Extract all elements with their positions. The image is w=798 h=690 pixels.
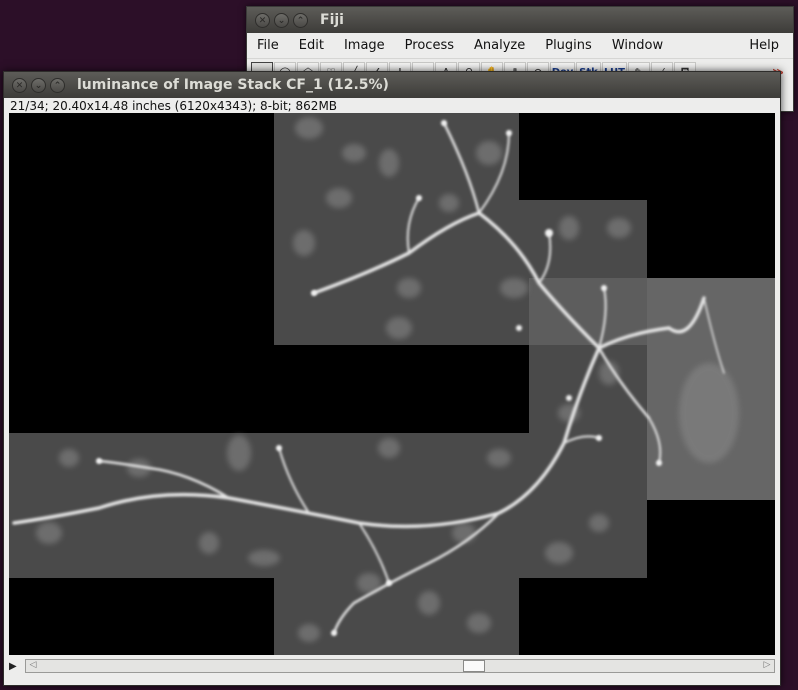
menu-process[interactable]: Process [395,38,464,53]
horizontal-scrollbar[interactable]: ◁ ▷ [25,659,775,673]
image-canvas[interactable] [9,113,775,655]
menu-plugins[interactable]: Plugins [535,38,602,53]
close-icon[interactable]: ✕ [12,77,27,93]
scroll-left-icon[interactable]: ◁ [27,659,39,671]
menu-file[interactable]: File [247,38,289,53]
close-icon[interactable]: ✕ [255,12,270,28]
neuron-image [12,117,739,642]
maximize-icon[interactable]: ⌃ [293,12,308,28]
menu-analyze[interactable]: Analyze [464,38,535,53]
menu-help[interactable]: Help [749,38,779,53]
maximize-icon[interactable]: ⌃ [50,77,65,93]
menu-window[interactable]: Window [602,38,673,53]
image-title: luminance of Image Stack CF_1 (12.5%) [77,77,389,93]
scrollbar-thumb[interactable] [463,660,485,672]
menubar: File Edit Image Process Analyze Plugins … [247,33,793,58]
scroll-right-icon[interactable]: ▷ [761,659,773,671]
minimize-icon[interactable]: ⌄ [274,12,289,28]
menu-edit[interactable]: Edit [289,38,334,53]
fiji-titlebar[interactable]: ✕ ⌄ ⌃ Fiji [247,7,793,33]
menu-image[interactable]: Image [334,38,395,53]
minimize-icon[interactable]: ⌄ [31,77,46,93]
image-titlebar[interactable]: ✕ ⌄ ⌃ luminance of Image Stack CF_1 (12.… [4,72,780,98]
image-info: 21/34; 20.40x14.48 inches (6120x4343); 8… [10,99,338,113]
fiji-title: Fiji [320,12,344,28]
image-window: ✕ ⌄ ⌃ luminance of Image Stack CF_1 (12.… [3,71,781,686]
play-icon[interactable]: ▶ [9,661,23,672]
scroll-row: ▶ ◁ ▷ [9,658,775,674]
